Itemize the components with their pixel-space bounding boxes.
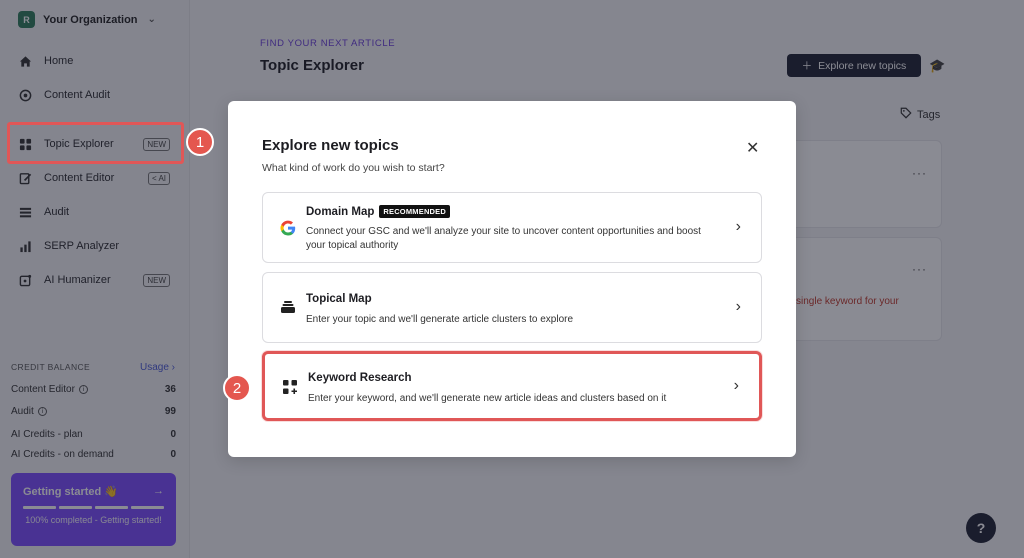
option-topical-map[interactable]: Topical Map Enter your topic and we'll g… (262, 272, 762, 343)
option-title-label: Keyword Research (308, 372, 412, 384)
close-icon[interactable]: ✕ (746, 138, 759, 158)
step-marker-1: 1 (186, 128, 214, 156)
recommended-badge: RECOMMENDED (379, 205, 450, 218)
option-title: Domain Map RECOMMENDED (306, 205, 450, 218)
option-title-label: Domain Map (306, 205, 375, 218)
chevron-right-icon: › (735, 218, 741, 235)
option-description: Enter your topic and we'll generate arti… (306, 314, 574, 325)
explore-topics-modal: Explore new topics What kind of work do … (228, 101, 796, 457)
grid-plus-icon (281, 378, 299, 396)
option-keyword-research[interactable]: Keyword Research Enter your keyword, and… (262, 351, 762, 421)
option-description: Connect your GSC and we'll analyze your … (306, 226, 701, 251)
option-description: Enter your keyword, and we'll generate n… (308, 393, 667, 404)
step-marker-2: 2 (223, 374, 251, 402)
option-domain-map[interactable]: Domain Map RECOMMENDED Connect your GSC … (262, 192, 762, 263)
option-title: Topical Map (306, 293, 372, 305)
option-title-label: Topical Map (306, 293, 372, 305)
option-title: Keyword Research (308, 372, 412, 384)
chevron-right-icon: › (735, 298, 741, 315)
modal-title: Explore new topics (262, 137, 399, 154)
layers-icon (279, 298, 297, 316)
chevron-right-icon: › (733, 377, 739, 394)
highlight-box (7, 122, 184, 164)
google-icon (279, 219, 297, 237)
modal-subtitle: What kind of work do you wish to start? (262, 162, 445, 174)
